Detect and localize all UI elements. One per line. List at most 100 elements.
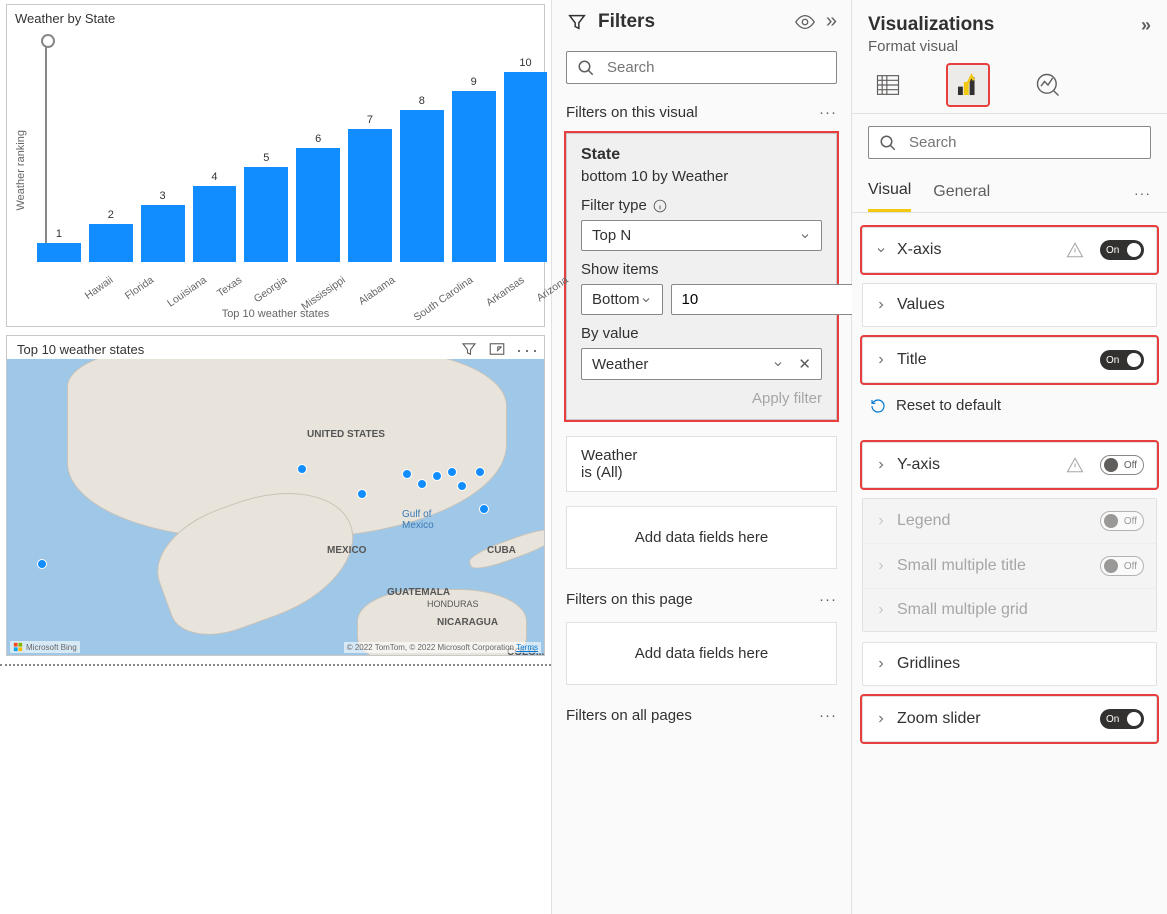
weather-filter-card[interactable]: Weather is (All) (566, 436, 837, 492)
map-point[interactable] (402, 469, 412, 479)
map-point[interactable] (475, 467, 485, 477)
bar[interactable]: 7 (348, 114, 392, 262)
viz-search[interactable] (868, 126, 1151, 159)
chevron-right-icon (875, 713, 887, 725)
chevron-down-icon (875, 244, 887, 256)
prop-xaxis[interactable]: X-axis On (863, 228, 1156, 272)
prop-values[interactable]: Values (862, 283, 1157, 327)
bar[interactable]: 10 (504, 57, 548, 262)
show-items-direction-select[interactable]: Bottom (581, 284, 663, 315)
info-icon[interactable] (653, 199, 667, 213)
filter-field-desc: bottom 10 by Weather (581, 168, 822, 185)
category-label: Louisiana (165, 274, 229, 339)
yaxis-toggle[interactable]: Off (1100, 455, 1144, 475)
bar[interactable]: 2 (89, 209, 133, 262)
map-copyright: © 2022 TomTom, © 2022 Microsoft Corporat… (344, 642, 541, 653)
xaxis-toggle[interactable]: On (1100, 240, 1144, 260)
map-label-us: UNITED STATES (307, 429, 385, 440)
bar-value-label: 1 (56, 228, 62, 240)
section-all-more[interactable]: ··· (819, 707, 837, 724)
category-label: Alabama (357, 274, 418, 337)
chevron-right-icon (875, 604, 887, 616)
terms-link[interactable]: Terms (516, 643, 538, 652)
map-body[interactable]: UNITED STATES MEXICO Gulf of Mexico CUBA… (7, 359, 544, 655)
state-filter-card[interactable]: State bottom 10 by Weather Filter type T… (566, 133, 837, 420)
visual-add-fields-dropzone[interactable]: Add data fields here (566, 506, 837, 569)
map-point[interactable] (432, 471, 442, 481)
collapse-icon[interactable]: » (1141, 15, 1151, 36)
map-point[interactable] (357, 489, 367, 499)
map-point[interactable] (479, 504, 489, 514)
chevron-down-icon[interactable] (772, 358, 784, 370)
bar-value-label: 2 (108, 209, 114, 221)
chevron-right-icon (875, 299, 887, 311)
section-visual-more[interactable]: ··· (819, 104, 837, 121)
map-label-guatemala: GUATEMALA (387, 587, 450, 598)
section-page-more[interactable]: ··· (819, 591, 837, 608)
bar[interactable]: 3 (141, 190, 185, 262)
tab-general[interactable]: General (933, 175, 990, 211)
reset-icon (870, 398, 886, 414)
bar-value-label: 7 (367, 114, 373, 126)
bar[interactable]: 5 (244, 152, 288, 262)
tabs-more[interactable]: ··· (1134, 185, 1151, 201)
apply-filter-button[interactable]: Apply filter (581, 390, 822, 407)
page-add-fields-dropzone[interactable]: Add data fields here (566, 622, 837, 685)
prop-legend: Legend Off (863, 499, 1156, 543)
chart-title: Weather by State (15, 11, 536, 26)
prop-small-multiple-grid: Small multiple grid (863, 588, 1156, 631)
bar-value-label: 5 (263, 152, 269, 164)
prop-title[interactable]: Title On (862, 337, 1157, 383)
filters-title: Filters (598, 11, 784, 33)
by-value-label: By value (581, 325, 639, 342)
bar[interactable]: 1 (37, 228, 81, 262)
search-icon (879, 134, 897, 152)
format-visual-tab[interactable] (948, 65, 988, 105)
bar[interactable]: 9 (452, 76, 496, 262)
eye-icon[interactable] (794, 11, 816, 33)
viz-title: Visualizations (868, 14, 994, 36)
section-all-label: Filters on all pages (566, 707, 692, 724)
map-point[interactable] (447, 467, 457, 477)
remove-field-icon[interactable]: ✕ (798, 355, 811, 373)
bar-value-label: 6 (315, 133, 321, 145)
prop-small-multiple-title: Small multiple title Off (863, 543, 1156, 588)
tab-visual[interactable]: Visual (868, 173, 911, 212)
map-visual[interactable]: Top 10 weather states ··· UNITED STATES … (6, 335, 545, 656)
more-options-icon[interactable]: ··· (516, 340, 540, 361)
bar-chart-visual[interactable]: Weather by State Weather ranking 1234567… (6, 4, 545, 327)
prop-yaxis[interactable]: Y-axis Off (862, 442, 1157, 488)
filters-search[interactable] (566, 51, 837, 84)
chevron-right-icon (875, 354, 887, 366)
chevron-right-icon (875, 515, 887, 527)
chevron-right-icon (875, 560, 887, 572)
map-label-honduras: HONDURAS (427, 599, 479, 609)
focus-mode-icon[interactable] (488, 340, 506, 361)
bar-value-label: 9 (471, 76, 477, 88)
map-point[interactable] (457, 481, 467, 491)
bars-container: 1 2 34 5 6 7 8 9 10 (27, 30, 557, 262)
filter-type-select[interactable]: Top N (581, 220, 822, 251)
bar[interactable]: 6 (296, 133, 340, 262)
by-value-field-well[interactable]: Weather ✕ (581, 348, 822, 380)
map-point[interactable] (417, 479, 427, 489)
zoom-toggle[interactable]: On (1100, 709, 1144, 729)
filters-search-input[interactable] (605, 58, 826, 77)
prop-zoom-slider[interactable]: Zoom slider On (862, 696, 1157, 742)
filter-icon[interactable] (460, 340, 478, 361)
map-point[interactable] (297, 464, 307, 474)
prop-gridlines[interactable]: Gridlines (862, 642, 1157, 686)
bar[interactable]: 4 (193, 171, 237, 262)
map-point[interactable] (37, 559, 47, 569)
collapse-icon[interactable]: » (826, 10, 837, 33)
bar-value-label: 10 (519, 57, 531, 69)
bar[interactable]: 8 (400, 95, 444, 262)
viz-search-input[interactable] (907, 133, 1140, 152)
category-label: Hawaii (83, 274, 136, 331)
filter-field-name: Weather (581, 447, 822, 464)
reset-to-default[interactable]: Reset to default (852, 383, 1167, 428)
analytics-tab[interactable] (1028, 65, 1068, 105)
title-toggle[interactable]: On (1100, 350, 1144, 370)
build-visual-tab[interactable] (868, 65, 908, 105)
section-visual-label: Filters on this visual (566, 104, 698, 121)
